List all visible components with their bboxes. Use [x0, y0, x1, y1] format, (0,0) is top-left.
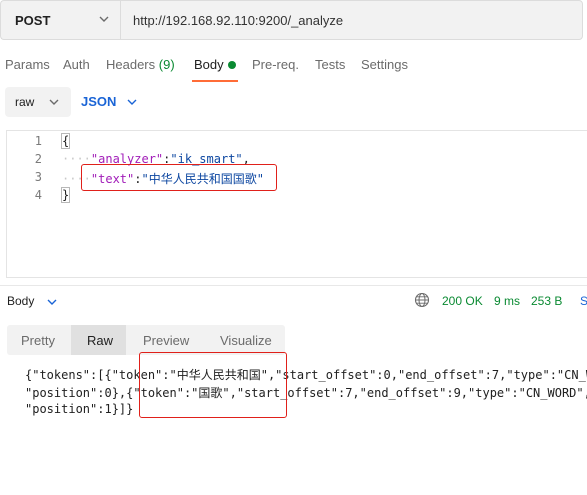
tab-tests[interactable]: Tests	[315, 57, 345, 72]
method-label: POST	[15, 13, 51, 28]
tab-headers-label: Headers	[106, 57, 156, 72]
response-line-1: {"tokens":[{"token":"中华人民共和国","start_off…	[25, 368, 587, 382]
close-brace: }	[60, 187, 71, 203]
view-tab-visualize[interactable]: Visualize	[220, 333, 272, 348]
tab-prereq[interactable]: Pre-req.	[252, 57, 299, 72]
response-line-2: "position":0},{"token":"国歌","start_offse…	[25, 386, 587, 400]
active-tab-underline	[192, 80, 238, 82]
status-code[interactable]: 200 OK	[442, 294, 483, 308]
view-tab-raw[interactable]: Raw	[87, 333, 113, 348]
tab-body[interactable]: Body	[194, 57, 224, 72]
globe-icon[interactable]	[414, 292, 430, 311]
headers-count: (9)	[158, 57, 175, 72]
line-number: 3	[34, 170, 42, 184]
save-response-button[interactable]: S	[580, 294, 587, 308]
open-brace: {	[60, 133, 71, 149]
line-number: 4	[34, 188, 42, 202]
chevron-down-icon[interactable]	[46, 295, 58, 312]
body-indicator-dot	[228, 61, 236, 69]
body-mode-label: raw	[15, 95, 35, 109]
chevron-down-icon[interactable]	[98, 12, 110, 29]
response-line-3: "position":1}]}	[25, 402, 134, 416]
highlight-box	[139, 352, 287, 418]
language-dropdown[interactable]: JSON	[81, 94, 116, 109]
url-text[interactable]: http://192.168.92.110:9200/_analyze	[133, 13, 343, 28]
tab-headers[interactable]: Headers (9)	[106, 57, 175, 72]
view-tab-pretty[interactable]: Pretty	[21, 333, 55, 348]
chevron-down-icon[interactable]	[48, 95, 60, 112]
highlight-box	[81, 164, 277, 191]
chevron-down-icon[interactable]	[126, 95, 138, 112]
response-body-label[interactable]: Body	[7, 294, 34, 308]
line-number: 1	[34, 134, 42, 148]
view-tab-preview[interactable]: Preview	[143, 333, 189, 348]
section-divider	[0, 285, 587, 286]
tab-params[interactable]: Params	[5, 57, 50, 72]
line-number: 2	[34, 152, 42, 166]
tab-settings[interactable]: Settings	[361, 57, 408, 72]
response-size[interactable]: 253 B	[531, 294, 562, 308]
tab-auth[interactable]: Auth	[63, 57, 90, 72]
response-time[interactable]: 9 ms	[494, 294, 520, 308]
